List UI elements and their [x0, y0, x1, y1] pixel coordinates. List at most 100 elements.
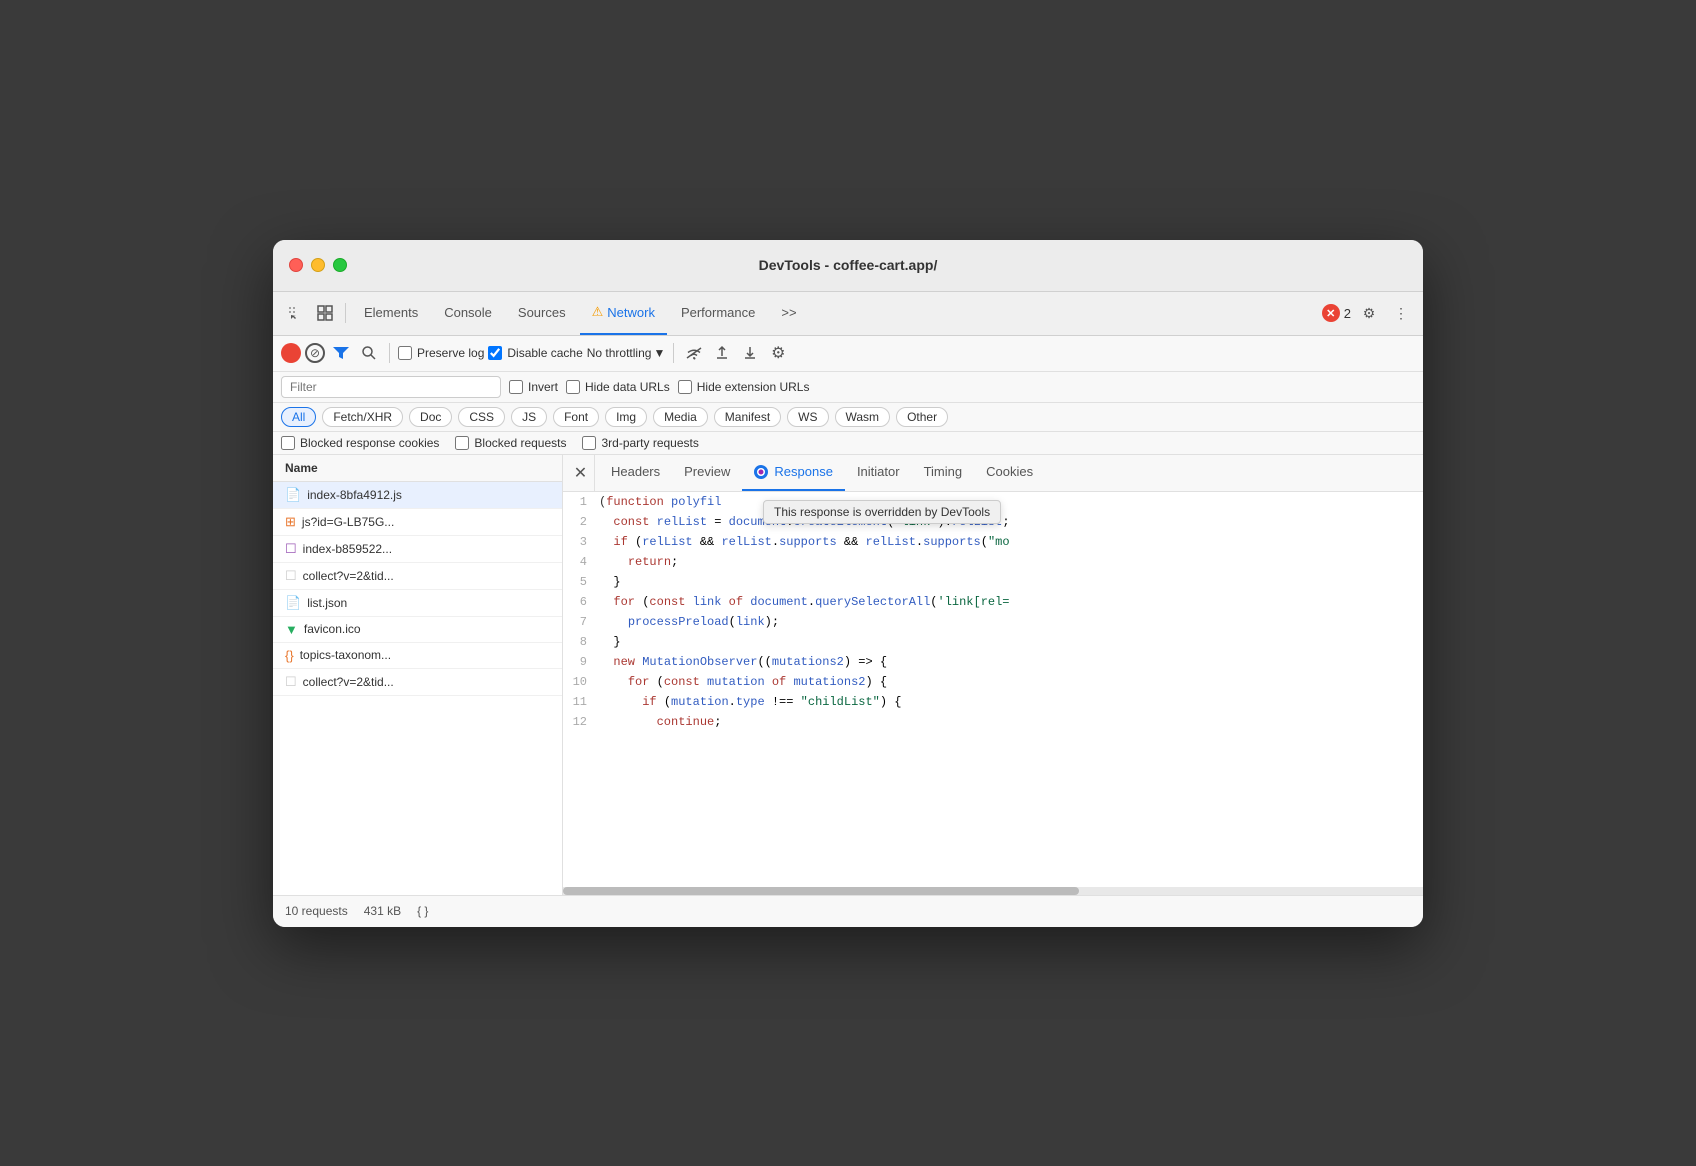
close-panel-button[interactable]: ✕	[567, 455, 595, 491]
inspect-icon[interactable]	[311, 299, 339, 327]
filter-row: Invert Hide data URLs Hide extension URL…	[273, 372, 1423, 403]
invert-checkbox[interactable]	[509, 380, 523, 394]
preserve-log-label[interactable]: Preserve log	[398, 346, 484, 360]
close-button[interactable]	[289, 258, 303, 272]
status-bar: 10 requests 431 kB { }	[273, 895, 1423, 927]
file-item-js-gtag[interactable]: ⊞ js?id=G-LB75G...	[273, 509, 562, 536]
maximize-button[interactable]	[333, 258, 347, 272]
window-title: DevTools - coffee-cart.app/	[759, 257, 938, 273]
chip-ws[interactable]: WS	[787, 407, 828, 427]
collect1-file-icon: ☐	[285, 568, 297, 584]
file-item-favicon[interactable]: ▼ favicon.ico	[273, 617, 562, 643]
file-item-index-b859522[interactable]: ☐ index-b859522...	[273, 536, 562, 563]
chip-media[interactable]: Media	[653, 407, 708, 427]
code-line-6: 6 for (const link of document.querySelec…	[563, 592, 1423, 612]
wifi-icon[interactable]	[682, 341, 706, 365]
disable-cache-checkbox[interactable]	[488, 346, 502, 360]
chip-js[interactable]: JS	[511, 407, 547, 427]
tab-elements[interactable]: Elements	[352, 291, 430, 335]
network-toolbar: ⊘ Preserve log Disable cache No throttli…	[273, 336, 1423, 372]
file-item-list-json[interactable]: 📄 list.json	[273, 590, 562, 617]
chip-fetch[interactable]: Fetch/XHR	[322, 407, 403, 427]
chip-css[interactable]: CSS	[458, 407, 505, 427]
js-file-icon: 📄	[285, 487, 301, 503]
toolbar-right: ✕ 2 ⚙ ⋮	[1322, 299, 1415, 327]
file-item-topics[interactable]: {} topics-taxonom...	[273, 643, 562, 669]
file-item-index-8bfa4912[interactable]: 📄 index-8bfa4912.js	[273, 482, 562, 509]
filter-chips-row: All Fetch/XHR Doc CSS JS Font Img Media …	[273, 403, 1423, 432]
horizontal-scrollbar[interactable]	[563, 887, 1423, 895]
sep2	[389, 343, 390, 363]
error-circle: ✕	[1322, 304, 1340, 322]
error-badge[interactable]: ✕ 2	[1322, 304, 1351, 322]
scrollbar-thumb[interactable]	[563, 887, 1079, 895]
panel-tabs: ✕ Headers Preview Response Initiator Tim…	[563, 455, 1423, 492]
invert-label[interactable]: Invert	[509, 380, 558, 394]
tab-headers[interactable]: Headers	[599, 455, 672, 491]
chip-wasm[interactable]: Wasm	[835, 407, 891, 427]
tab-preview[interactable]: Preview	[672, 455, 742, 491]
minimize-button[interactable]	[311, 258, 325, 272]
tab-timing[interactable]: Timing	[912, 455, 975, 491]
network-settings-icon[interactable]: ⚙	[766, 341, 790, 365]
warning-icon: ⚠	[592, 304, 604, 320]
upload-icon[interactable]	[710, 341, 734, 365]
chip-font[interactable]: Font	[553, 407, 599, 427]
code-line-7: 7 processPreload(link);	[563, 612, 1423, 632]
code-line-5: 5 }	[563, 572, 1423, 592]
blocked-requests-checkbox[interactable]	[455, 436, 469, 450]
chip-all[interactable]: All	[281, 407, 316, 427]
toolbar-separator-1	[345, 303, 346, 323]
hide-ext-urls-label[interactable]: Hide extension URLs	[678, 380, 810, 394]
file-item-collect2[interactable]: ☐ collect?v=2&tid...	[273, 669, 562, 696]
clear-button[interactable]: ⊘	[305, 343, 325, 363]
format-icon[interactable]: { }	[417, 904, 428, 918]
blocked-cookies-checkbox[interactable]	[281, 436, 295, 450]
hide-data-urls-checkbox[interactable]	[566, 380, 580, 394]
tab-more[interactable]: >>	[769, 291, 808, 335]
download-icon[interactable]	[738, 341, 762, 365]
response-dot	[754, 465, 768, 479]
code-line-12: 12 continue;	[563, 712, 1423, 732]
blocked-row: Blocked response cookies Blocked request…	[273, 432, 1423, 455]
filter-icon[interactable]	[329, 341, 353, 365]
tab-initiator[interactable]: Initiator	[845, 455, 912, 491]
hide-data-urls-label[interactable]: Hide data URLs	[566, 380, 670, 394]
code-panel[interactable]: This response is overridden by DevTools …	[563, 492, 1423, 887]
third-party-label[interactable]: 3rd-party requests	[582, 436, 698, 450]
chip-doc[interactable]: Doc	[409, 407, 452, 427]
chip-other[interactable]: Other	[896, 407, 948, 427]
tab-cookies[interactable]: Cookies	[974, 455, 1045, 491]
tab-network[interactable]: ⚠ Network	[580, 291, 667, 335]
filter-chips: All Fetch/XHR Doc CSS JS Font Img Media …	[281, 407, 948, 427]
record-button[interactable]	[281, 343, 301, 363]
tab-console[interactable]: Console	[432, 291, 504, 335]
blocked-requests-label[interactable]: Blocked requests	[455, 436, 566, 450]
settings-icon[interactable]: ⚙	[1355, 299, 1383, 327]
search-button[interactable]	[357, 341, 381, 365]
tab-response[interactable]: Response	[742, 455, 845, 491]
chip-manifest[interactable]: Manifest	[714, 407, 781, 427]
more-options-icon[interactable]: ⋮	[1387, 299, 1415, 327]
third-party-checkbox[interactable]	[582, 436, 596, 450]
error-count: 2	[1344, 306, 1351, 321]
json-file-icon: 📄	[285, 595, 301, 611]
devtools-window: DevTools - coffee-cart.app/ Elements	[273, 240, 1423, 927]
img-file-icon: ⊞	[285, 514, 296, 530]
collect2-file-icon: ☐	[285, 674, 297, 690]
blocked-cookies-label[interactable]: Blocked response cookies	[281, 436, 439, 450]
hide-ext-urls-checkbox[interactable]	[678, 380, 692, 394]
disable-cache-label[interactable]: Disable cache	[488, 346, 582, 360]
code-content: 1 (function polyfil 2 const relList = do…	[563, 492, 1423, 732]
preserve-log-checkbox[interactable]	[398, 346, 412, 360]
tab-sources[interactable]: Sources	[506, 291, 578, 335]
cursor-icon[interactable]	[281, 299, 309, 327]
throttle-select[interactable]: No throttling ▼	[587, 346, 666, 360]
tab-performance[interactable]: Performance	[669, 291, 767, 335]
chip-img[interactable]: Img	[605, 407, 647, 427]
code-line-4: 4 return;	[563, 552, 1423, 572]
file-item-collect1[interactable]: ☐ collect?v=2&tid...	[273, 563, 562, 590]
topics-file-icon: {}	[285, 648, 294, 663]
filter-input[interactable]	[281, 376, 501, 398]
worker-file-icon: ☐	[285, 541, 297, 557]
